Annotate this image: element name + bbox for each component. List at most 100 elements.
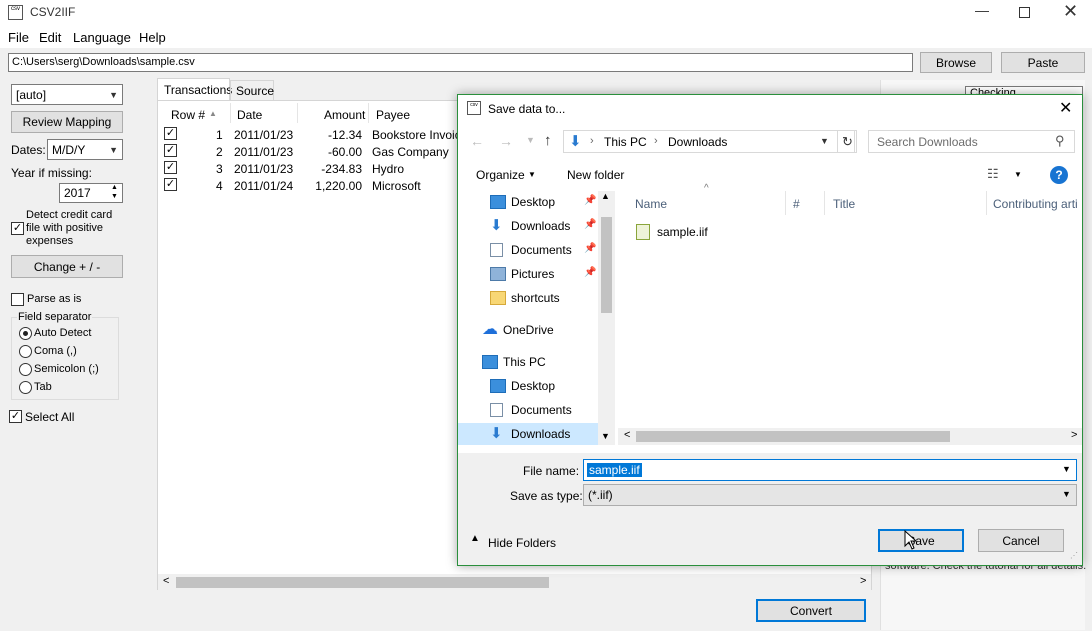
dialog-close-icon[interactable]: ✕ xyxy=(1059,98,1072,118)
menu-language[interactable]: Language xyxy=(73,30,131,45)
save-button[interactable]: Save xyxy=(878,529,964,552)
back-arrow-icon[interactable]: ← xyxy=(470,133,484,149)
tab-source[interactable]: Source xyxy=(230,80,274,100)
chevron-up-icon[interactable]: ▲ xyxy=(470,533,480,544)
nav-item-downloads[interactable]: ⬇ Downloads 📌 xyxy=(458,215,598,237)
paste-button[interactable]: Paste xyxy=(1001,52,1085,73)
downloads-arrow-icon: ⬇ xyxy=(569,133,582,150)
new-folder-button[interactable]: New folder xyxy=(567,168,624,182)
nav-item-pictures[interactable]: Pictures 📌 xyxy=(458,263,598,285)
col-row-number[interactable]: Row # xyxy=(171,108,205,122)
tab-transactions[interactable]: Transactions xyxy=(157,78,232,101)
desktop-icon xyxy=(490,195,506,209)
breadcrumb-this-pc[interactable]: This PC xyxy=(604,135,647,149)
table-row[interactable]: ✓ 1 2011/01/23 -12.34 Bookstore Invoice xyxy=(158,126,467,143)
col-payee[interactable]: Payee xyxy=(376,108,410,122)
browse-button[interactable]: Browse xyxy=(920,52,992,73)
radio-coma[interactable] xyxy=(19,345,32,358)
scroll-thumb[interactable] xyxy=(601,217,612,313)
chevron-down-icon[interactable]: ▼ xyxy=(1062,464,1071,474)
forward-arrow-icon[interactable]: → xyxy=(499,133,513,149)
save-dialog: csv Save data to... ✕ ← → ▼ ↑ ⬇ › This P… xyxy=(457,94,1083,566)
nav-item-pc-documents[interactable]: Documents xyxy=(458,399,598,421)
scroll-right-icon[interactable]: > xyxy=(860,575,866,587)
row-checkbox[interactable]: ✓ xyxy=(164,144,177,157)
col-title[interactable]: Title xyxy=(833,197,855,211)
save-type-select[interactable]: (*.iif) ▼ xyxy=(583,484,1077,506)
select-all-checkbox[interactable]: ✓ xyxy=(9,410,22,423)
row-checkbox[interactable]: ✓ xyxy=(164,178,177,191)
up-arrow-icon[interactable]: ↑ xyxy=(544,132,552,149)
review-mapping-button[interactable]: Review Mapping xyxy=(11,111,123,133)
breadcrumb-downloads[interactable]: Downloads xyxy=(668,135,727,149)
scroll-up-icon[interactable]: ▲ xyxy=(601,191,610,201)
file-name-input[interactable]: sample.iif ▼ xyxy=(583,459,1077,481)
search-input[interactable]: Search Downloads ⚲ xyxy=(868,130,1075,153)
pin-icon: 📌 xyxy=(584,243,597,254)
nav-item-pc-desktop[interactable]: Desktop xyxy=(458,375,598,397)
menu-edit[interactable]: Edit xyxy=(39,30,61,45)
menu-help[interactable]: Help xyxy=(139,30,166,45)
col-date[interactable]: Date xyxy=(237,108,262,122)
nav-item-pc-downloads[interactable]: ⬇ Downloads xyxy=(458,423,598,445)
convert-button[interactable]: Convert xyxy=(756,599,866,622)
scroll-left-icon[interactable]: < xyxy=(163,575,169,587)
parse-as-is-checkbox[interactable] xyxy=(11,293,24,306)
table-row[interactable]: ✓ 3 2011/01/23 -234.83 Hydro xyxy=(158,160,458,177)
csv-path-input[interactable]: C:\Users\serg\Downloads\sample.csv xyxy=(8,53,913,72)
col-number[interactable]: # xyxy=(793,197,800,211)
view-options-icon[interactable]: ☷ xyxy=(987,166,999,182)
row-checkbox[interactable]: ✓ xyxy=(164,161,177,174)
col-contributing-artists[interactable]: Contributing arti xyxy=(993,197,1078,211)
col-amount[interactable]: Amount xyxy=(324,108,365,122)
format-select[interactable]: [auto] ▼ xyxy=(11,84,123,105)
nav-vertical-scrollbar[interactable]: ▲ ▼ xyxy=(598,191,615,445)
table-row[interactable]: ✓ 2 2011/01/23 -60.00 Gas Company xyxy=(158,143,458,160)
nav-item-onedrive[interactable]: ☁ OneDrive xyxy=(458,319,598,341)
pictures-icon xyxy=(490,267,506,281)
table-row[interactable]: ✓ 4 2011/01/24 1,220.00 Microsoft xyxy=(158,177,458,194)
dates-select[interactable]: M/D/Y ▼ xyxy=(47,139,123,160)
row-checkbox[interactable]: ✓ xyxy=(164,127,177,140)
scroll-thumb[interactable] xyxy=(176,577,549,588)
chevron-down-icon[interactable]: ▼ xyxy=(1014,170,1022,179)
search-placeholder: Search Downloads xyxy=(877,135,978,149)
list-item[interactable]: sample.iif xyxy=(634,221,774,243)
file-list: ^ Name # Title Contributing arti sample.… xyxy=(618,183,1082,445)
resize-grip-icon[interactable]: ⋰ xyxy=(1070,551,1078,560)
refresh-button[interactable]: ↻ xyxy=(837,130,857,153)
file-list-horizontal-scrollbar[interactable]: < > xyxy=(618,428,1082,445)
nav-item-shortcuts[interactable]: shortcuts xyxy=(458,287,598,309)
maximize-icon[interactable] xyxy=(1019,7,1030,18)
cancel-button[interactable]: Cancel xyxy=(978,529,1064,552)
scroll-down-icon[interactable]: ▼ xyxy=(601,431,610,441)
organize-menu[interactable]: Organize xyxy=(476,168,525,182)
stepper-up-icon[interactable]: ▲ xyxy=(111,184,118,191)
close-icon[interactable]: ✕ xyxy=(1063,1,1078,22)
address-bar[interactable]: ⬇ › This PC › Downloads ▼ xyxy=(563,130,855,153)
address-chevron-icon[interactable]: ▼ xyxy=(820,136,829,146)
menu-file[interactable]: File xyxy=(8,30,29,45)
hide-folders-button[interactable]: Hide Folders xyxy=(488,536,556,550)
change-sign-button[interactable]: Change + / - xyxy=(11,255,123,278)
stepper-down-icon[interactable]: ▼ xyxy=(111,193,118,200)
nav-item-documents[interactable]: Documents 📌 xyxy=(458,239,598,261)
nav-item-desktop[interactable]: Desktop 📌 xyxy=(458,191,598,213)
radio-auto-detect[interactable] xyxy=(19,327,32,340)
minimize-icon[interactable]: — xyxy=(975,2,989,18)
scroll-right-icon[interactable]: > xyxy=(1071,429,1077,441)
nav-item-label: Downloads xyxy=(511,427,571,441)
parse-as-is-label: Parse as is xyxy=(27,293,82,305)
scroll-left-icon[interactable]: < xyxy=(624,429,630,441)
recent-chevron-icon[interactable]: ▼ xyxy=(526,135,535,145)
col-name[interactable]: Name xyxy=(635,197,667,211)
format-select-value: [auto] xyxy=(16,87,47,102)
radio-semicolon[interactable] xyxy=(19,363,32,376)
scroll-thumb[interactable] xyxy=(636,431,950,442)
grid-horizontal-scrollbar[interactable]: < > xyxy=(158,574,871,591)
nav-item-this-pc[interactable]: This PC xyxy=(458,351,598,373)
detect-credit-checkbox[interactable]: ✓ xyxy=(11,222,24,235)
radio-tab[interactable] xyxy=(19,381,32,394)
year-stepper[interactable]: 2017 ▲ ▼ xyxy=(59,183,123,203)
help-icon[interactable]: ? xyxy=(1050,166,1068,184)
